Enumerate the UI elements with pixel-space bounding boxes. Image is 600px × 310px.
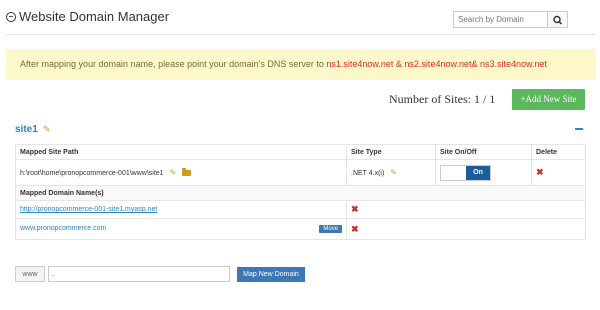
delete-cell: ✖ bbox=[531, 159, 586, 186]
domain-name[interactable]: www.pronopcommerce.com bbox=[20, 225, 106, 232]
delete-domain-icon[interactable]: ✖ bbox=[351, 224, 359, 234]
delete-domain-icon[interactable]: ✖ bbox=[351, 204, 359, 214]
www-prefix: www bbox=[15, 266, 45, 282]
dns-nameservers: ns1.site4now.net & ns2.site4now.net& ns3… bbox=[326, 59, 548, 69]
search-icon bbox=[553, 15, 563, 25]
search-input[interactable] bbox=[453, 11, 548, 28]
domain-input[interactable] bbox=[48, 266, 230, 282]
table-row: h:\root\home\pronopcommerce-001\www\site… bbox=[15, 159, 586, 186]
folder-icon[interactable] bbox=[182, 168, 192, 177]
site-toggle[interactable]: On bbox=[440, 164, 491, 181]
site-table: Mapped Site Path Site Type Site On/Off D… bbox=[15, 144, 586, 240]
delete-site-icon[interactable]: ✖ bbox=[536, 167, 544, 177]
minus-icon[interactable] bbox=[575, 128, 583, 130]
domain-link[interactable]: http://pronopcommerce-001-site1.myasp.ne… bbox=[20, 206, 157, 213]
mapped-domains-heading-row: Mapped Domain Name(s) bbox=[15, 185, 586, 201]
move-button[interactable]: Move bbox=[319, 225, 342, 233]
column-delete: Delete bbox=[531, 144, 586, 160]
search-button[interactable] bbox=[548, 11, 568, 28]
domain-cell: http://pronopcommerce-001-site1.myasp.ne… bbox=[15, 200, 347, 219]
site-path: h:\root\home\pronopcommerce-001\www\site… bbox=[20, 170, 164, 177]
edit-path-icon[interactable]: ✎ bbox=[170, 168, 177, 177]
domain-delete-cell: ✖ bbox=[346, 218, 586, 240]
table-row: http://pronopcommerce-001-site1.myasp.ne… bbox=[15, 200, 586, 219]
status-cell: On bbox=[435, 159, 532, 186]
column-type: Site Type bbox=[346, 144, 436, 160]
collapse-circle-icon[interactable]: − bbox=[6, 11, 16, 22]
path-cell: h:\root\home\pronopcommerce-001\www\site… bbox=[15, 159, 347, 186]
dns-notice: After mapping your domain name, please p… bbox=[6, 49, 596, 80]
domain-delete-cell: ✖ bbox=[346, 200, 586, 219]
mapped-domains-heading: Mapped Domain Name(s) bbox=[15, 185, 586, 201]
map-new-domain-button[interactable]: Map New Domain bbox=[237, 267, 305, 282]
dns-notice-text: After mapping your domain name, please p… bbox=[20, 59, 327, 69]
type-cell: .NET 4.x(i) ✎ bbox=[346, 159, 436, 186]
edit-icon[interactable]: ✎ bbox=[43, 124, 51, 135]
column-path: Mapped Site Path bbox=[15, 144, 347, 160]
table-row: www.pronopcommerce.com Move ✖ bbox=[15, 218, 586, 240]
page-title: Website Domain Manager bbox=[19, 9, 170, 24]
page-header: − Website Domain Manager bbox=[6, 9, 169, 24]
site-name[interactable]: site1 bbox=[15, 124, 38, 135]
column-status: Site On/Off bbox=[435, 144, 532, 160]
toggle-on-label: On bbox=[466, 165, 490, 180]
sites-count: Number of Sites: 1 / 1 bbox=[389, 92, 496, 106]
site-type: .NET 4.x(i) bbox=[351, 170, 385, 177]
table-header-row: Mapped Site Path Site Type Site On/Off D… bbox=[15, 144, 586, 160]
header-divider bbox=[6, 34, 596, 35]
domain-cell: www.pronopcommerce.com Move bbox=[15, 218, 347, 240]
edit-type-icon[interactable]: ✎ bbox=[390, 168, 397, 177]
add-new-site-button[interactable]: +Add New Site bbox=[512, 89, 585, 110]
